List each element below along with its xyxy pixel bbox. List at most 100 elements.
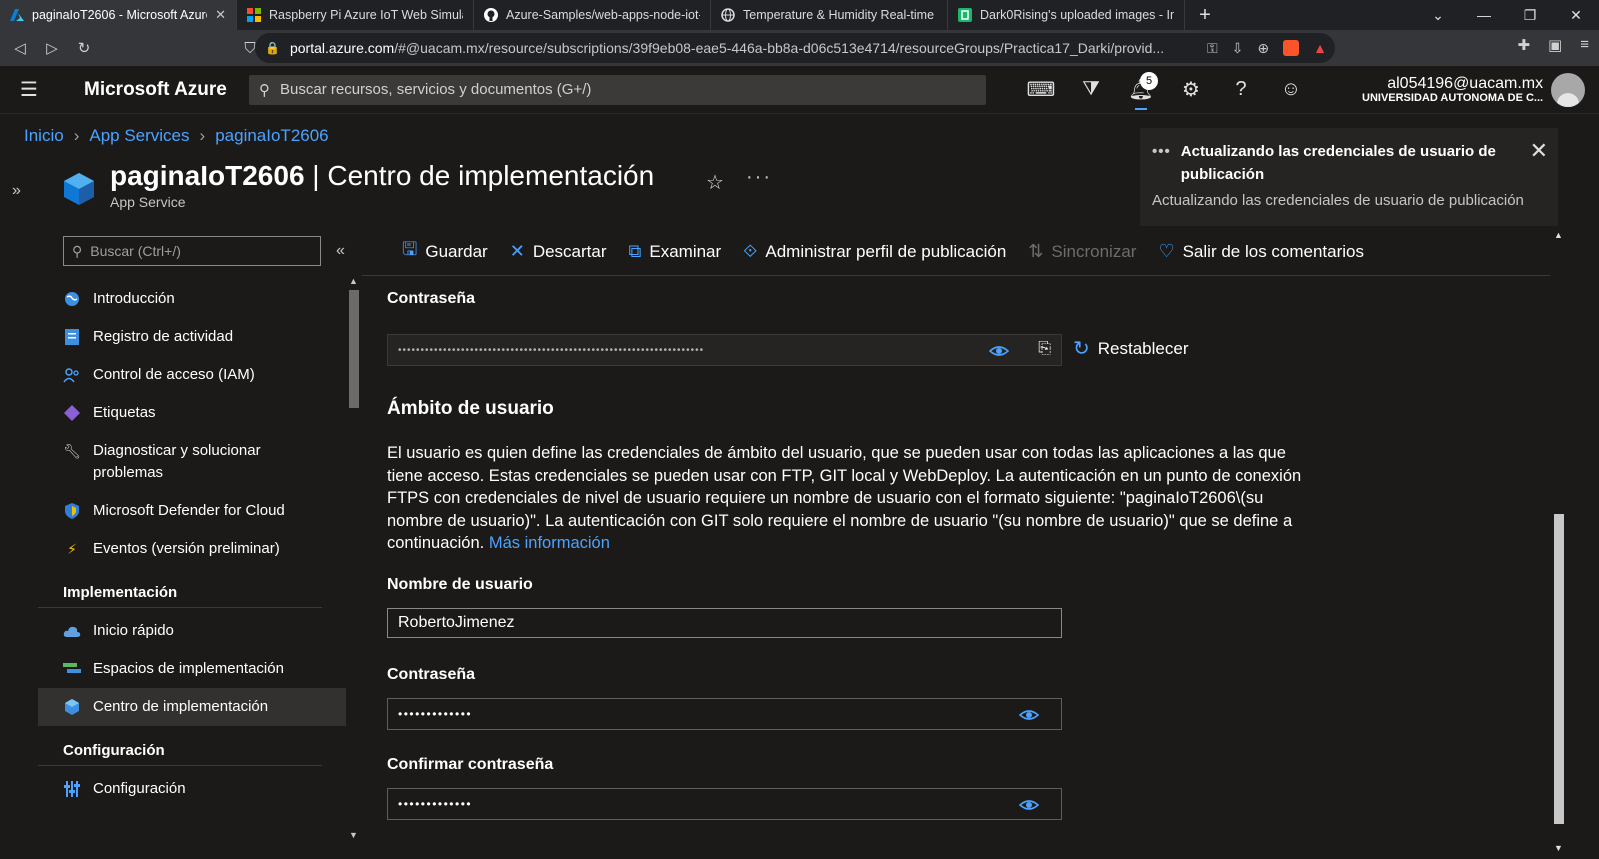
active-indicator [1135,107,1147,110]
eye-icon[interactable] [1018,705,1040,725]
user-scope-heading: Ámbito de usuario [387,398,554,419]
breadcrumb-app-services[interactable]: App Services [89,126,189,146]
browser-tab-azure[interactable]: paginaIoT2606 - Microsoft Azure ✕ [0,0,237,30]
resource-name: paginaIoT2606 [110,160,305,191]
forward-button[interactable]: ▷ [36,32,68,64]
sync-button[interactable]: ⇅ Sincronizar [1028,241,1136,262]
sidebar-item-espacios[interactable]: Espacios de implementación [38,650,346,688]
scrollbar-thumb[interactable] [1554,514,1564,824]
url-host: portal.azure.com [289,40,395,56]
breadcrumb-resource[interactable]: paginaIoT2606 [215,126,328,146]
app-password-label: Contraseña [387,290,476,307]
lightning-icon: ⚡︎ [67,541,77,557]
eye-icon[interactable] [988,341,1010,361]
azure-logo-icon [10,8,24,22]
tab-search-icon[interactable]: ⌄ [1415,0,1461,30]
reset-button[interactable]: ↻ Restablecer [1073,336,1188,361]
global-search-input[interactable]: ⚲ Buscar recursos, servicios y documento… [249,74,986,105]
browser-tab-simulator[interactable]: Raspberry Pi Azure IoT Web Simulator [237,0,474,30]
restore-button[interactable]: ❐ [1507,0,1553,30]
sidebar-item-defender[interactable]: Microsoft Defender for Cloud [38,492,346,530]
back-button[interactable]: ◁ [4,32,36,64]
azure-brand[interactable]: Microsoft Azure [58,79,233,101]
browser-tab-strip: paginaIoT2606 - Microsoft Azure ✕ Raspbe… [0,0,1599,30]
search-icon: ⚲ [259,81,270,99]
collapse-menu-icon[interactable]: « [336,242,345,260]
browser-tab-dashboard[interactable]: Temperature & Humidity Real-time Da [711,0,948,30]
manage-publish-profile-button[interactable]: ⟐ Administrar perfil de publicación [743,241,1006,262]
manage-profile-label: Administrar perfil de publicación [765,241,1007,261]
zoom-icon[interactable]: ⊕ [1257,40,1269,57]
install-icon[interactable]: ⇩ [1232,40,1244,57]
sidebar-scrollbar[interactable]: ▲ ▼ [346,274,362,842]
close-icon[interactable]: ✕ [1530,138,1548,164]
expand-menu-icon[interactable]: » [12,182,21,200]
scroll-up-arrow-icon[interactable]: ▲ [1554,230,1563,240]
reload-button[interactable]: ↻ [68,32,100,64]
extensions-icon[interactable]: ✚ [1517,36,1530,54]
directory-filter-icon[interactable]: ⧩ [1066,66,1116,114]
sidebar-item-label: Control de acceso (IAM) [93,366,255,383]
more-options-icon[interactable]: ··· [746,166,772,189]
browser-tab-imgur[interactable]: Dark0Rising's uploaded images - Imgu [948,0,1185,30]
discard-label: Descartar [532,241,607,261]
confirm-password-field[interactable]: ••••••••••••• [387,788,1062,820]
menu-icon[interactable]: ≡ [1580,36,1589,54]
feedback-button[interactable]: ♡ Salir de los comentarios [1158,241,1364,262]
notifications-bell-icon[interactable]: 🔔︎ 5 [1116,66,1166,114]
brave-shield-icon[interactable] [1283,39,1300,56]
username-field[interactable]: RobertoJimenez [387,608,1062,638]
app-password-field[interactable]: ••••••••••••••••••••••••••••••••••••••••… [387,334,1062,366]
learn-more-link[interactable]: Más información [489,534,610,552]
key-icon[interactable]: ⚿ [1207,40,1218,57]
sidebar-item-introduccion[interactable]: Introducción [38,280,346,318]
content-scrollbar[interactable]: ▲ ▼ [1550,228,1568,859]
scroll-down-arrow-icon[interactable]: ▼ [349,830,358,840]
password-field[interactable]: ••••••••••••• [387,698,1062,730]
header-icons: ⌨ ⧩ 🔔︎ 5 ⚙ ? ☺ [1016,66,1316,114]
confirm-password-label: Confirmar contraseña [387,756,554,773]
browse-button[interactable]: ⧉ Examinar [629,241,722,262]
account-info[interactable]: al054196@uacam.mx UNIVERSIDAD AUTONOMA D… [1362,75,1543,105]
sidebar-item-registro-actividad[interactable]: Registro de actividad [38,318,346,356]
star-icon[interactable]: ☆ [706,170,724,195]
brave-rewards-icon[interactable]: ▲ [1313,40,1327,57]
scroll-down-arrow-icon[interactable]: ▼ [1554,843,1563,853]
sidebar-item-inicio-rapido[interactable]: Inicio rápido [38,612,346,650]
sidebar-item-centro-implementacion[interactable]: Centro de implementación [38,688,346,726]
windows-logo-icon [247,8,261,22]
save-button[interactable]: 🖫︎ Guardar [402,237,488,267]
hamburger-menu-icon[interactable]: ☰ [0,77,58,102]
deployment-slots-icon [63,658,81,680]
eye-icon[interactable] [1018,795,1040,815]
scrollbar-thumb[interactable] [349,290,359,408]
page-header: paginaIoT2606 | Centro de implementación… [62,160,654,210]
progress-dots-icon: ••• [1152,143,1171,160]
sidebar-item-etiquetas[interactable]: Etiquetas [38,394,346,432]
shield-icon [63,500,81,522]
url-field[interactable]: 🔒 portal.azure.com /#@uacam.mx/resource/… [255,33,1335,63]
avatar[interactable] [1551,72,1586,107]
copy-icon[interactable]: ⎘ [1038,340,1051,358]
minimize-button[interactable]: — [1461,0,1507,30]
wallet-icon[interactable]: ▣ [1548,36,1562,54]
gear-icon[interactable]: ⚙ [1166,66,1216,114]
new-tab-button[interactable]: + [1185,0,1225,30]
app-service-icon [62,172,96,206]
close-icon: ✕ [509,241,525,261]
feedback-icon[interactable]: ☺ [1266,66,1316,114]
sidebar-item-iam[interactable]: Control de acceso (IAM) [38,356,346,394]
cloud-shell-icon[interactable]: ⌨ [1016,66,1066,114]
menu-search-input[interactable]: ⚲ Buscar (Ctrl+/) [63,236,321,266]
browser-tab-github[interactable]: Azure-Samples/web-apps-node-iot-h [474,0,711,30]
breadcrumb-home[interactable]: Inicio [24,126,64,146]
discard-button[interactable]: ✕ Descartar [510,241,607,262]
notification-message: Actualizando las credenciales de usuario… [1152,192,1524,209]
sidebar-item-configuracion[interactable]: Configuración [38,770,346,808]
scroll-up-arrow-icon[interactable]: ▲ [349,276,358,286]
close-icon[interactable]: ✕ [215,7,226,23]
help-icon[interactable]: ? [1216,66,1266,114]
sidebar-item-eventos[interactable]: ⚡︎ Eventos (versión preliminar) [38,530,346,568]
close-window-button[interactable]: ✕ [1553,0,1599,30]
sidebar-item-diagnosticar[interactable]: 🔧︎ Diagnosticar y solucionar problemas [38,432,346,492]
